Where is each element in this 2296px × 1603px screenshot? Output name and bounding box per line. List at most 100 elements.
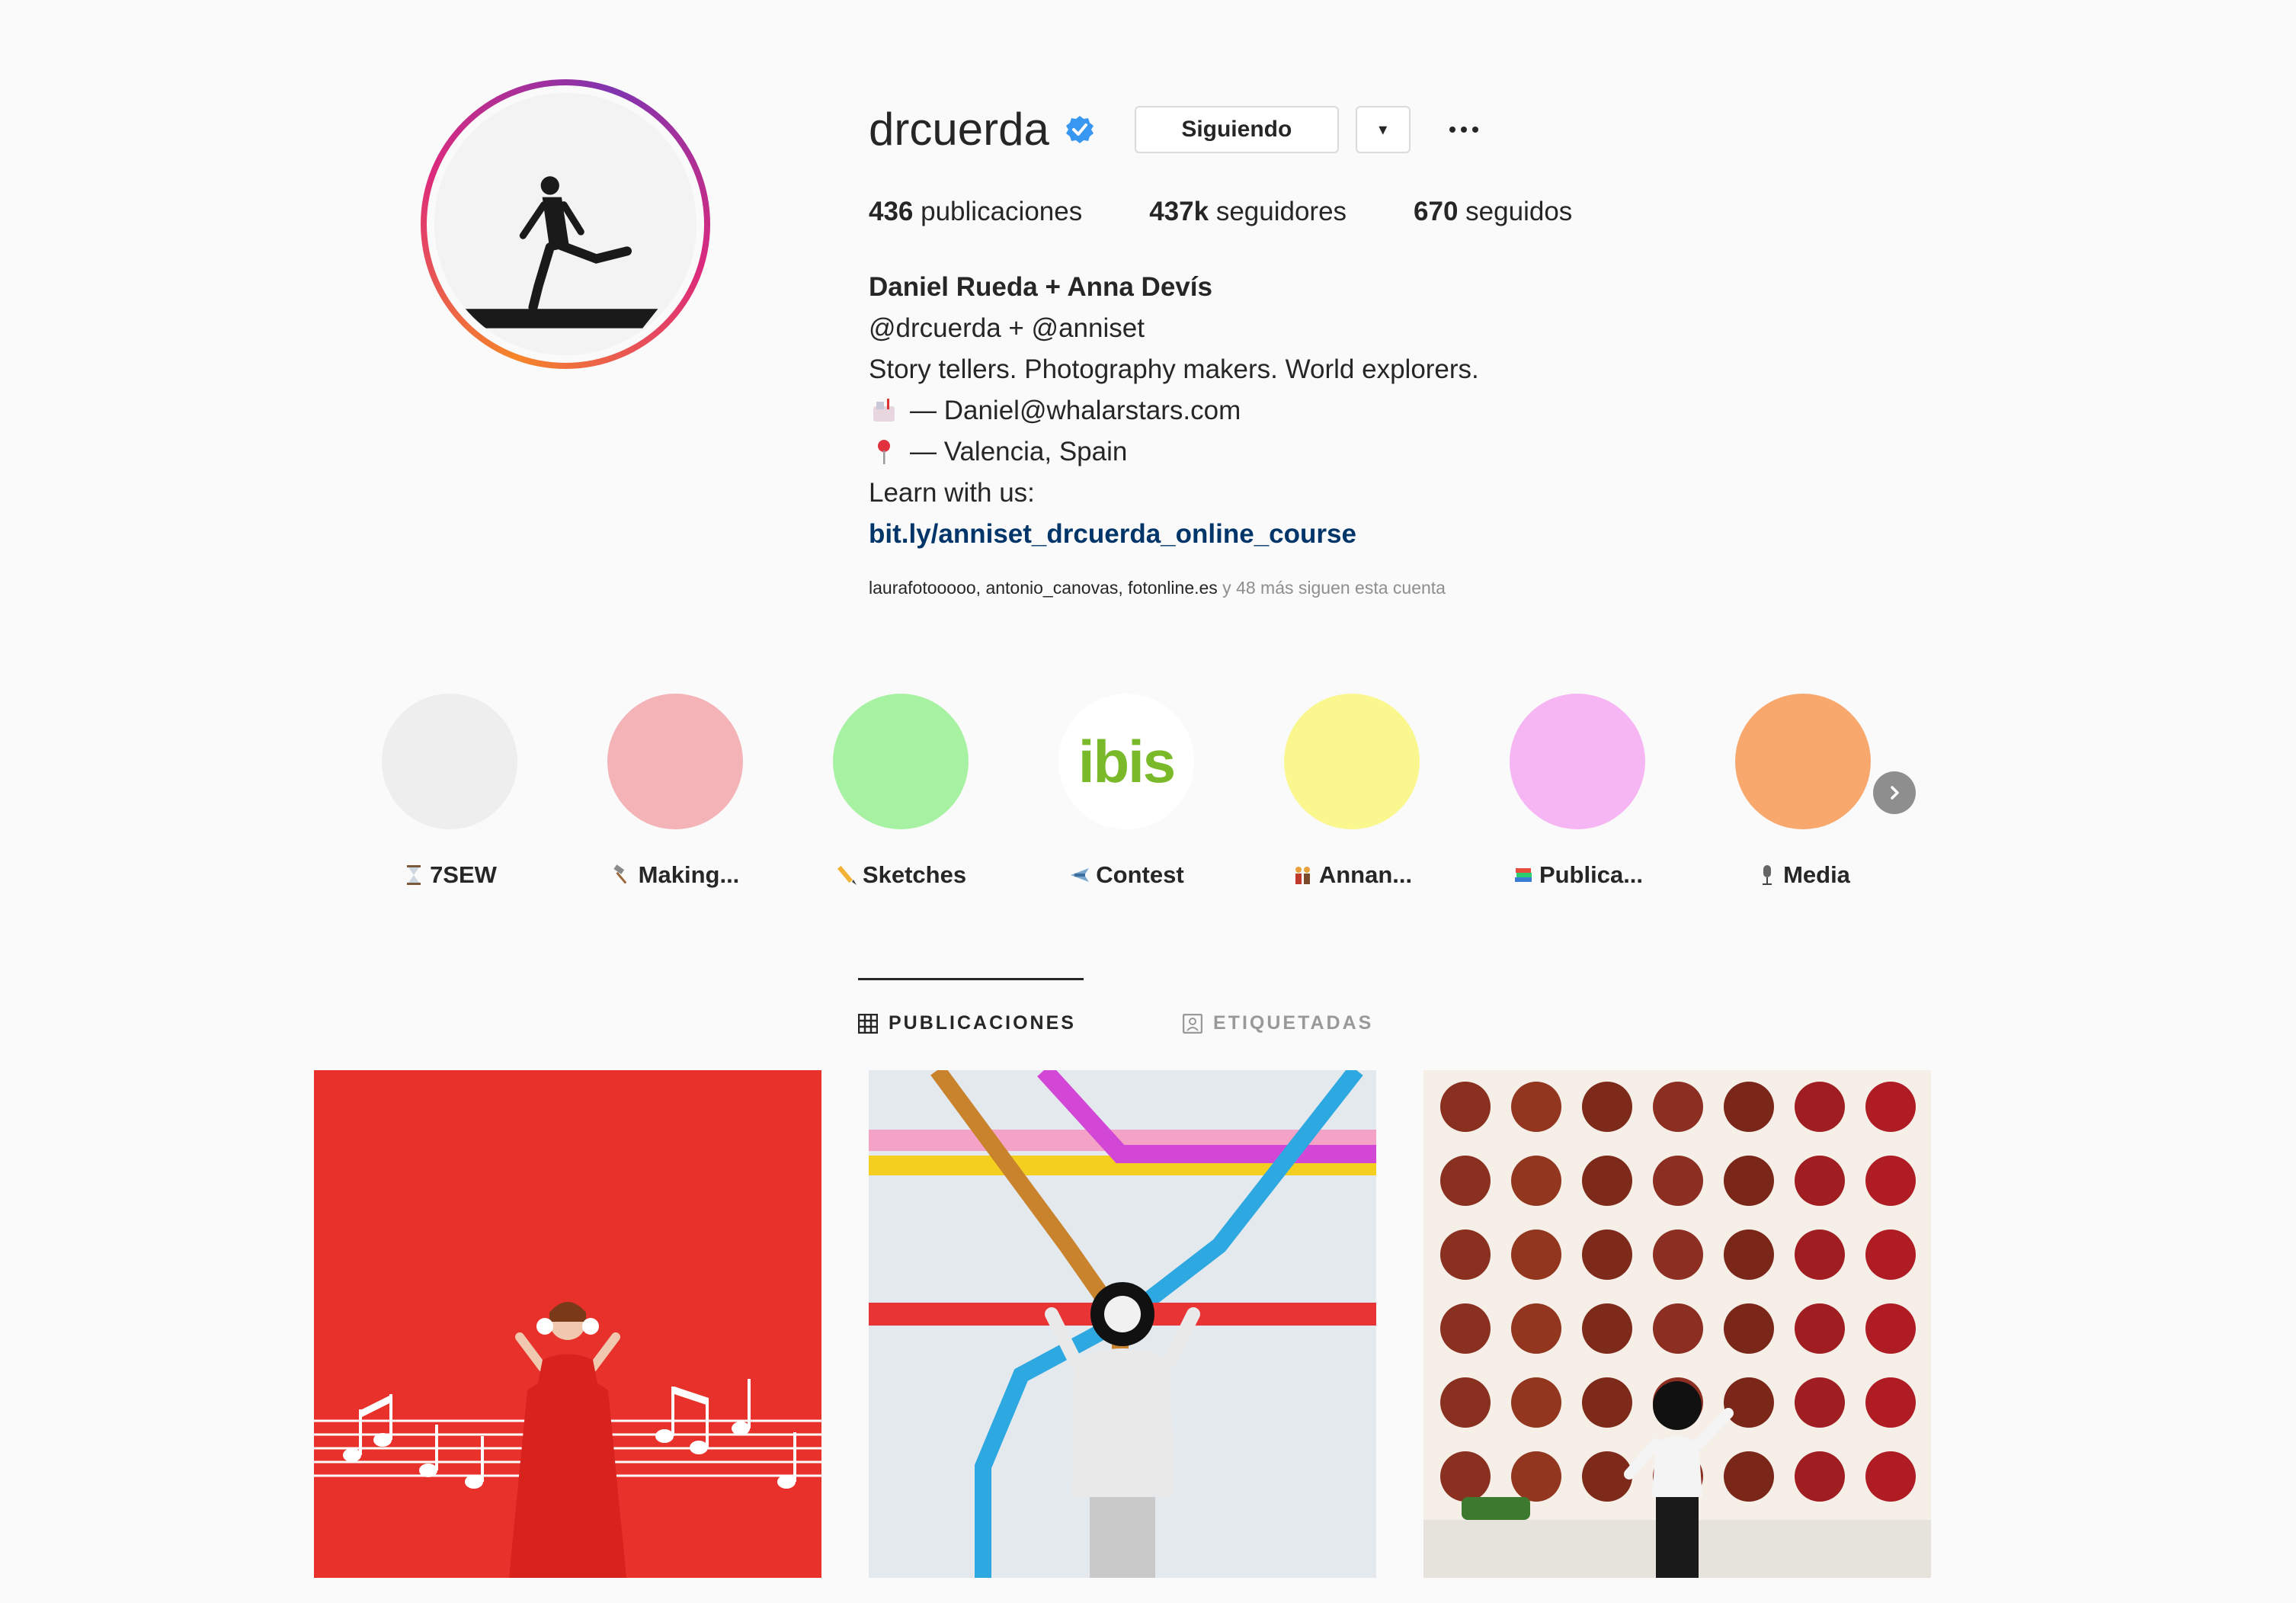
wall-dot: [1724, 1451, 1774, 1502]
highlight-label: Publica...: [1539, 861, 1644, 888]
suggested-dropdown-button[interactable]: ▾: [1355, 106, 1411, 153]
wall-dot: [1865, 1451, 1916, 1502]
stat-followers[interactable]: 437k seguidores: [1149, 197, 1347, 227]
profile-stats: 436 publicaciones 437k seguidores 670 se…: [869, 197, 1639, 227]
wall-dot: [1795, 1303, 1845, 1354]
bio-learn: Learn with us:: [869, 478, 1035, 508]
profile-header-row: drcuerda Siguiendo ▾: [869, 99, 1487, 160]
wall-dot: [1653, 1156, 1703, 1206]
highlight-sketches[interactable]: Sketches: [809, 686, 992, 889]
bio-mentions[interactable]: @drcuerda + @anniset: [869, 308, 1707, 349]
highlight-cover: [833, 694, 969, 829]
microphone-icon: [1763, 865, 1772, 885]
wall-dot: [1865, 1230, 1916, 1280]
tab-posts[interactable]: PUBLICACIONES: [858, 1012, 1076, 1034]
wall-dot: [1511, 1377, 1561, 1428]
bio-location-line: — Valencia, Spain: [869, 431, 1707, 473]
wall-dot: [1440, 1230, 1491, 1280]
highlight-media[interactable]: Media: [1712, 686, 1894, 889]
highlight-contest[interactable]: ibis Contest: [1035, 686, 1218, 889]
bio-email-line: — Daniel@whalarstars.com: [869, 390, 1707, 431]
wall-dot: [1795, 1377, 1845, 1428]
chevron-right-icon: [1891, 786, 1899, 800]
highlight-label: Media: [1783, 861, 1850, 888]
highlight-label: Contest: [1096, 861, 1184, 888]
wall-dot: [1795, 1451, 1845, 1502]
bio-email: — Daniel@whalarstars.com: [910, 396, 1241, 425]
wall-dot: [1795, 1156, 1845, 1206]
wall-dot: [1865, 1156, 1916, 1206]
verified-badge-icon: [1065, 116, 1094, 143]
wall-dot: [1653, 1303, 1703, 1354]
highlight-cover: [382, 694, 517, 829]
mailbox-icon: [873, 399, 895, 422]
pin-icon: [878, 440, 890, 464]
stat-posts: 436 publicaciones: [869, 197, 1083, 226]
ibis-logo: ibis: [1078, 728, 1176, 795]
bio-location: — Valencia, Spain: [910, 437, 1128, 466]
post-thumbnail[interactable]: [314, 1070, 821, 1578]
wall-dot: [1511, 1303, 1561, 1354]
story-highlights: 7SEW Making... Sketches ibis Contest Ann…: [358, 686, 1943, 899]
bio-link[interactable]: bit.ly/anniset_drcuerda_online_course: [869, 514, 1707, 555]
profile-avatar[interactable]: [421, 79, 710, 369]
full-name: Daniel Rueda + Anna Devís: [869, 272, 1212, 302]
followed-by-rest: y 48 más siguen esta cuenta: [1217, 578, 1446, 598]
highlight-label: 7SEW: [430, 861, 497, 888]
wall-dot: [1511, 1230, 1561, 1280]
wall-dot: [1511, 1156, 1561, 1206]
bio-description: Story tellers. Photography makers. World…: [869, 354, 1479, 384]
highlights-next-button[interactable]: [1873, 771, 1916, 814]
highlight-label: Making...: [638, 861, 740, 888]
avatar-image: [434, 93, 696, 355]
wall-dot: [1582, 1303, 1632, 1354]
wall-dot: [1582, 1377, 1632, 1428]
highlight-making[interactable]: Making...: [584, 686, 767, 889]
books-icon: [1514, 868, 1532, 882]
tab-tagged[interactable]: ETIQUETADAS: [1183, 1012, 1373, 1034]
wall-dot: [1724, 1082, 1774, 1132]
wall-dot: [1582, 1230, 1632, 1280]
highlight-cover: [1735, 694, 1871, 829]
hourglass-icon: [407, 865, 421, 885]
stat-following[interactable]: 670 seguidos: [1414, 197, 1572, 227]
wall-dot: [1724, 1377, 1774, 1428]
wall-dot: [1440, 1303, 1491, 1354]
wall-dot: [1795, 1230, 1845, 1280]
followed-by[interactable]: laurafotooooo, antonio_canovas, fotonlin…: [869, 578, 1446, 598]
highlight-publica[interactable]: Publica...: [1486, 686, 1669, 889]
more-dots-icon: [1449, 127, 1478, 133]
highlight-cover: ibis: [1058, 694, 1194, 829]
highlight-cover: [1284, 694, 1420, 829]
wall-dot: [1724, 1156, 1774, 1206]
wall-dot: [1653, 1082, 1703, 1132]
highlight-cover: [607, 694, 743, 829]
active-tab-indicator: [858, 978, 1084, 980]
wall-dot: [1865, 1303, 1916, 1354]
grid-icon: [858, 1013, 878, 1034]
wall-dot: [1582, 1156, 1632, 1206]
pencil-icon: [837, 865, 857, 885]
highlight-7sew[interactable]: 7SEW: [358, 686, 541, 889]
airplane-icon: [1071, 868, 1090, 882]
wall-dot: [1724, 1303, 1774, 1354]
highlight-label: Annan...: [1318, 861, 1413, 888]
more-options-button[interactable]: [1441, 106, 1487, 153]
hammer-icon: [613, 864, 626, 884]
profile-bio: Daniel Rueda + Anna Devís @drcuerda + @a…: [869, 267, 1707, 555]
following-button[interactable]: Siguiendo: [1134, 106, 1339, 153]
wall-dot: [1865, 1082, 1916, 1132]
wall-dot: [1795, 1082, 1845, 1132]
post-thumbnail[interactable]: [1423, 1070, 1931, 1578]
tag-icon: [1183, 1013, 1202, 1034]
profile-page: drcuerda Siguiendo ▾ 436 publicaciones 4…: [0, 0, 2296, 1603]
wall-dot: [1440, 1156, 1491, 1206]
wall-dot: [1440, 1082, 1491, 1132]
username: drcuerda: [869, 104, 1049, 155]
post-thumbnail[interactable]: [869, 1070, 1376, 1578]
wall-dot: [1865, 1377, 1916, 1428]
tab-label: PUBLICACIONES: [889, 1012, 1076, 1034]
followed-by-names: laurafotooooo, antonio_canovas, fotonlin…: [869, 578, 1218, 598]
highlight-label: Sketches: [862, 861, 967, 888]
highlight-annan[interactable]: Annan...: [1260, 686, 1443, 889]
